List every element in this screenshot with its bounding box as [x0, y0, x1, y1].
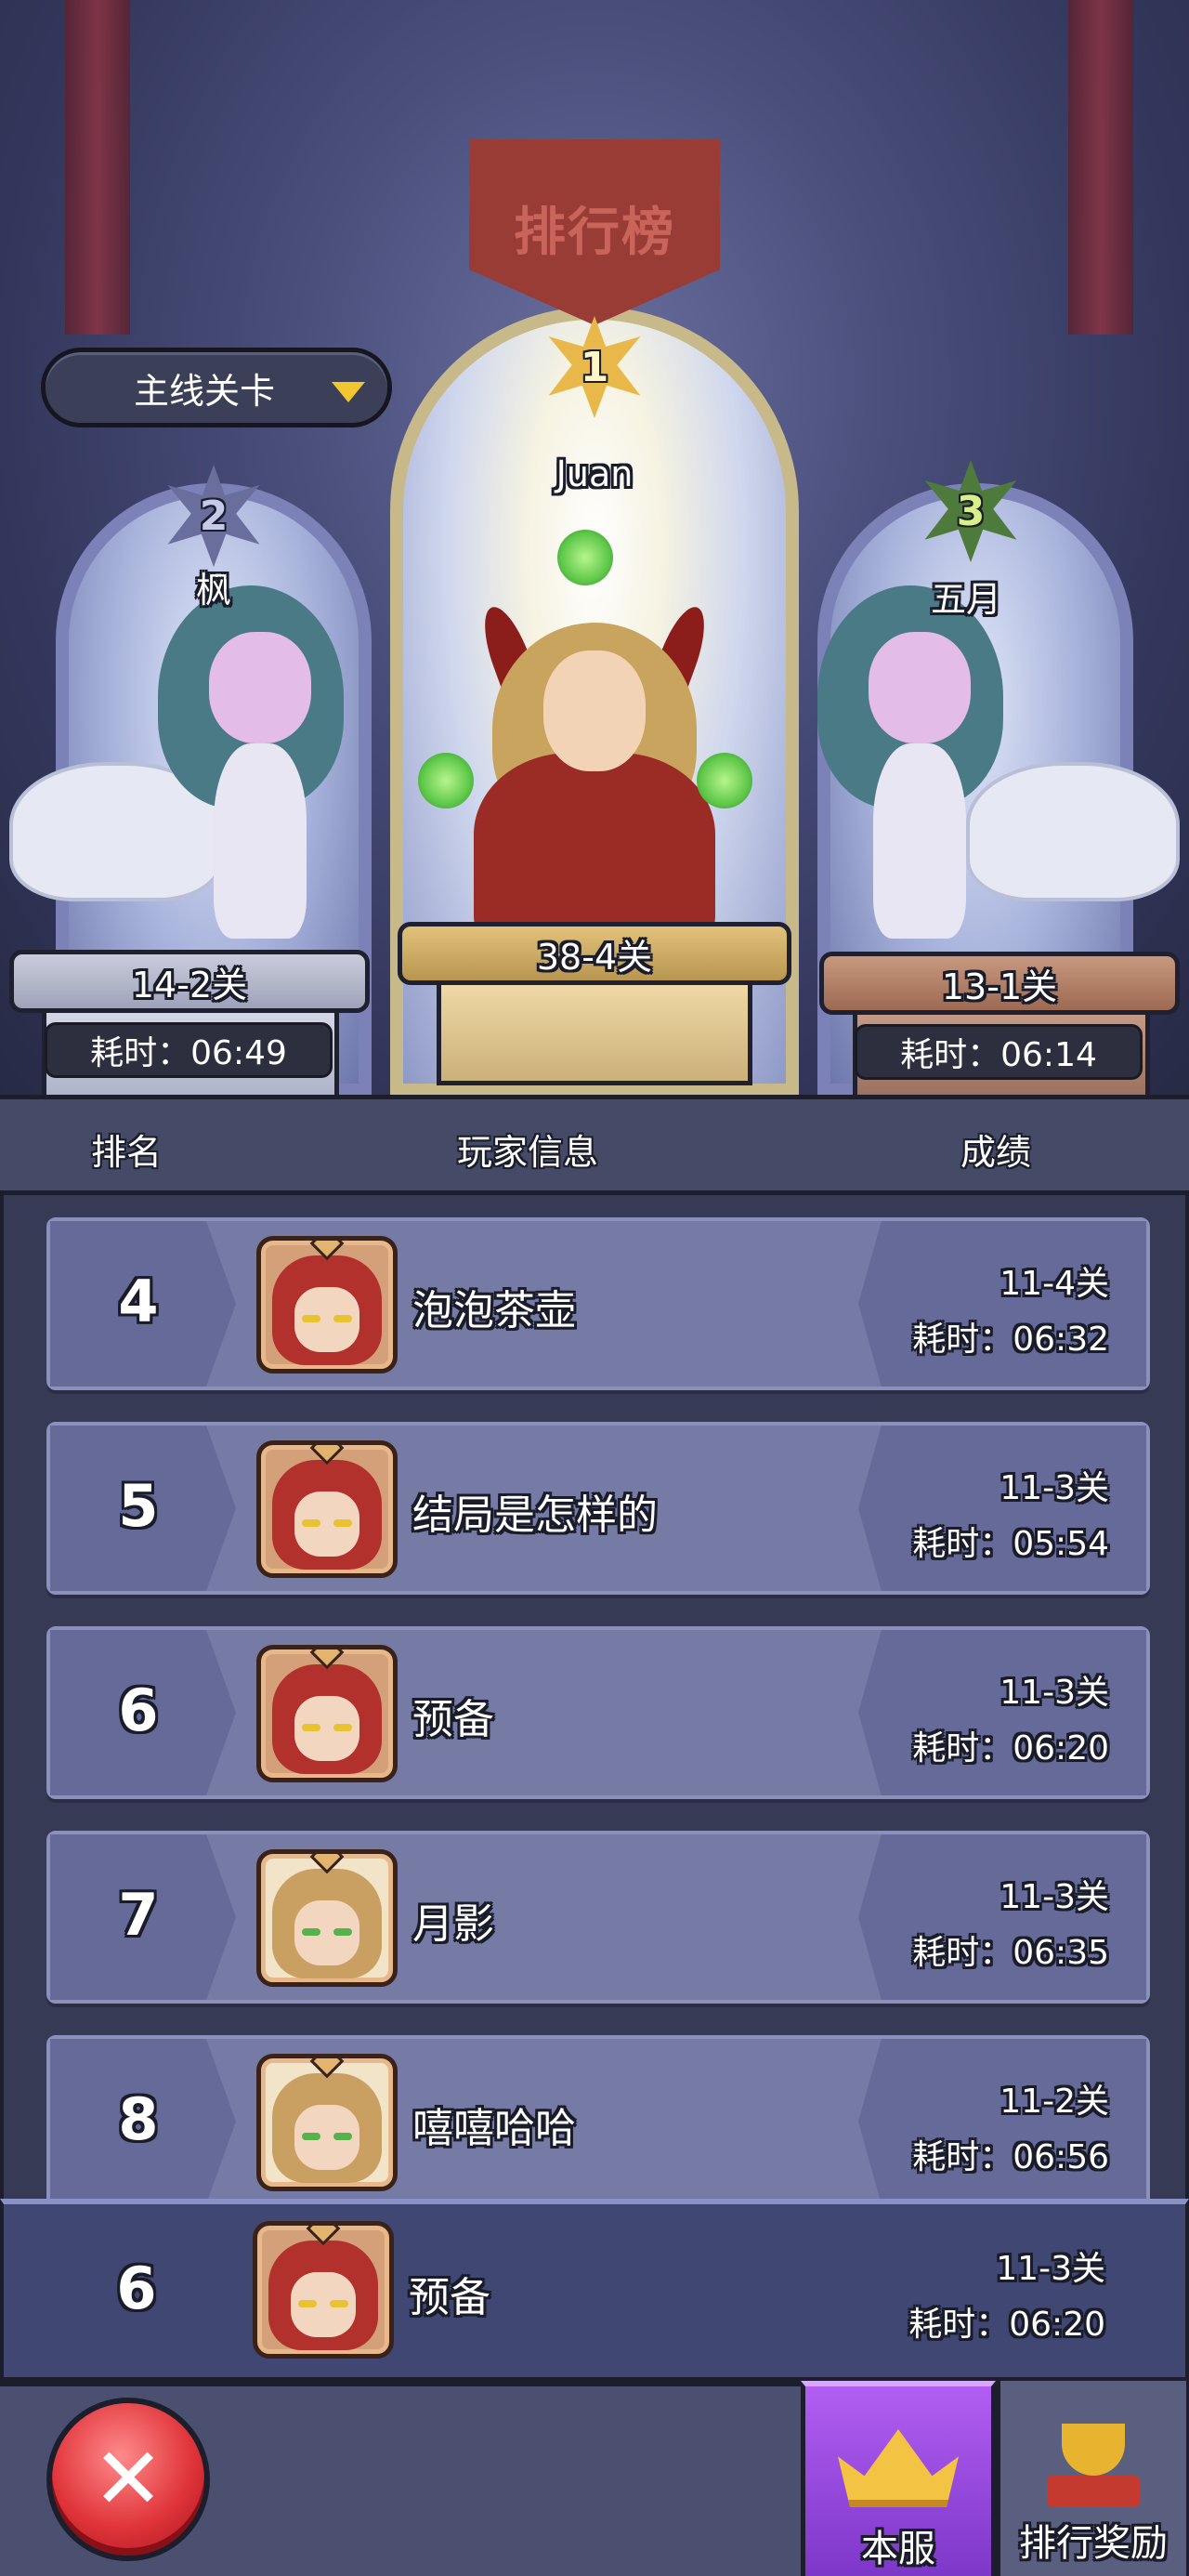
- row-time: 耗时：06:20: [912, 1729, 1109, 1768]
- my-name: 预备: [409, 2274, 490, 2321]
- curtain-drape: [65, 0, 130, 335]
- rank-3-stage: 13-1关: [819, 952, 1180, 1015]
- ranking-row[interactable]: 5 结局是怎样的 11-3关 耗时：05:54: [46, 1422, 1150, 1595]
- player-avatar[interactable]: [256, 1440, 398, 1578]
- close-button[interactable]: ✕: [46, 2398, 210, 2561]
- tab-server-label: 本服: [861, 2528, 935, 2570]
- row-rank: 6: [118, 1676, 159, 1744]
- my-time: 耗时：06:20: [908, 2306, 1105, 2344]
- rank-2-time: 耗时：06:49: [45, 1022, 333, 1078]
- ranking-row[interactable]: 4 泡泡茶壶 11-4关 耗时：06:32: [46, 1217, 1150, 1390]
- podium-pedestal: [437, 983, 752, 1085]
- player-avatar[interactable]: [256, 1645, 398, 1782]
- podium-area: 排行榜 主线关卡 1 2 3 Juan 枫 五月 38-4关 14-2关 13-…: [0, 0, 1189, 1097]
- mode-dropdown[interactable]: 主线关卡: [41, 348, 392, 427]
- row-stage: 11-4关: [1000, 1265, 1109, 1303]
- row-rank: 7: [118, 1881, 159, 1949]
- trophy-icon: [1047, 2414, 1140, 2507]
- tab-rewards-label: 排行奖励: [1019, 2522, 1168, 2565]
- ranking-list[interactable]: 4 泡泡茶壶 11-4关 耗时：06:32 5 结局是怎样的 11-3关 耗时：…: [0, 1195, 1189, 2199]
- curtain-drape: [1068, 0, 1133, 335]
- player-avatar[interactable]: [256, 1849, 398, 1987]
- rank-2-character[interactable]: [121, 576, 399, 948]
- rank-3-time: 耗时：06:14: [855, 1024, 1143, 1080]
- row-rank: 4: [118, 1268, 159, 1335]
- title-banner: 排行榜: [469, 139, 720, 325]
- ranking-row[interactable]: 8 嘻嘻哈哈 11-2关 耗时：06:56: [46, 2035, 1150, 2199]
- page-title: 排行榜: [514, 203, 675, 263]
- ranking-row[interactable]: 7 月影 11-3关 耗时：06:35: [46, 1831, 1150, 2004]
- row-time: 耗时：06:56: [912, 2138, 1109, 2176]
- my-avatar[interactable]: [253, 2221, 394, 2359]
- header-score: 成绩: [960, 1132, 1032, 1173]
- player-name: 嘻嘻哈哈: [412, 2105, 576, 2152]
- mode-dropdown-label: 主线关卡: [134, 370, 276, 412]
- rank-2-name: 枫: [195, 570, 231, 611]
- row-time: 耗时：05:54: [912, 1525, 1109, 1563]
- row-time: 耗时：06:32: [912, 1321, 1109, 1359]
- player-name: 泡泡茶壶: [412, 1287, 576, 1334]
- rank-1-stage: 38-4关: [398, 922, 791, 985]
- row-stage: 11-3关: [1000, 1878, 1109, 1916]
- row-stage: 11-3关: [1000, 1674, 1109, 1712]
- my-stage: 11-3关: [996, 2250, 1105, 2288]
- green-orb-icon: [418, 753, 474, 808]
- player-name: 结局是怎样的: [412, 1492, 658, 1539]
- player-avatar[interactable]: [256, 2054, 398, 2191]
- row-rank: 5: [118, 1472, 159, 1540]
- list-header: 排名 玩家信息 成绩: [0, 1095, 1189, 1195]
- ranking-row[interactable]: 6 预备 11-3关 耗时：06:20: [46, 1626, 1150, 1799]
- row-time: 耗时：06:35: [912, 1934, 1109, 1972]
- row-rank: 8: [118, 2085, 159, 2153]
- green-orb-icon: [697, 753, 752, 808]
- player-name: 月影: [412, 1900, 494, 1948]
- bottom-bar: ✕ 本服 排行奖励: [0, 2381, 1189, 2576]
- chevron-down-icon: [332, 382, 365, 402]
- row-stage: 11-2关: [1000, 2083, 1109, 2121]
- my-ranking-row[interactable]: 6 预备 11-3关 耗时：06:20: [0, 2199, 1189, 2381]
- my-rank: 6: [116, 2254, 157, 2322]
- close-icon: ✕: [92, 2429, 164, 2529]
- row-stage: 11-3关: [1000, 1469, 1109, 1507]
- header-player-info: 玩家信息: [457, 1132, 599, 1173]
- rank-3-character[interactable]: [780, 576, 1059, 948]
- tab-server[interactable]: 本服: [801, 2381, 996, 2576]
- green-orb-icon: [557, 530, 613, 585]
- rank-2-stage: 14-2关: [9, 950, 370, 1013]
- crown-icon: [838, 2429, 959, 2507]
- player-avatar[interactable]: [256, 1236, 398, 1373]
- tab-rewards[interactable]: 排行奖励: [996, 2381, 1189, 2576]
- rank-3-name: 五月: [930, 579, 1001, 620]
- header-rank: 排名: [91, 1132, 163, 1173]
- rank-1-name: Juan: [555, 453, 634, 494]
- player-name: 预备: [412, 1696, 494, 1743]
